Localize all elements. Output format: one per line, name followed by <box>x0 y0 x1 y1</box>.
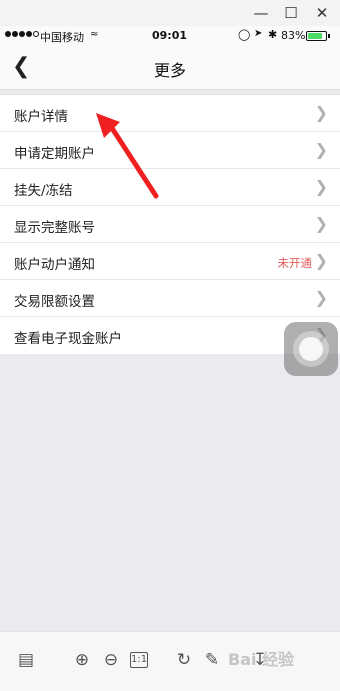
thumbnail-icon[interactable]: ▤ <box>14 648 38 672</box>
assistive-touch-ring <box>293 331 329 367</box>
menu-item-label: 申请定期账户 <box>14 146 95 162</box>
status-bar: 中国移动 ≈ 09:01 ◯ ➤ ✱ 83% <box>0 26 340 46</box>
menu-item-label: 账户详情 <box>14 109 68 125</box>
battery-fill <box>308 33 323 39</box>
nav-bar: ❮ 更多 <box>0 46 340 90</box>
status-time: 09:01 <box>152 29 188 42</box>
menu-item[interactable]: 显示完整账号 ❯ <box>0 206 340 243</box>
rotate-icon[interactable]: ↻ <box>172 648 196 672</box>
menu-item[interactable]: 挂失/冻结 ❯ <box>0 169 340 206</box>
minimize-icon[interactable]: — <box>250 2 272 24</box>
carrier-label: 中国移动 <box>40 31 84 44</box>
edit-pencil-icon[interactable]: ✎ <box>200 648 224 672</box>
signal-icon <box>5 31 39 37</box>
assistive-touch-button[interactable] <box>284 322 338 376</box>
menu-item-label: 查看电子现金账户 <box>14 331 122 347</box>
menu-item[interactable]: 交易限额设置 ❯ <box>0 280 340 317</box>
menu-item-status: 未开通 <box>277 256 313 270</box>
phone-screen: 中国移动 ≈ 09:01 ◯ ➤ ✱ 83% ❮ 更多 账户详情 ❯ 申请定期账户 ❯… <box>0 26 340 631</box>
bluetooth-icon: ✱ <box>268 28 278 41</box>
chevron-right-icon: ❯ <box>314 177 328 196</box>
menu-item-label: 账户动户通知 <box>14 257 95 273</box>
chevron-right-icon: ❯ <box>314 288 328 307</box>
watermark: Bai 经验 <box>228 650 295 669</box>
zoom-in-icon[interactable]: ⊕ <box>70 648 94 672</box>
chevron-right-icon: ❯ <box>314 103 328 122</box>
actual-size-button[interactable]: 1:1 <box>130 652 148 668</box>
zoom-out-icon[interactable]: ⊖ <box>99 648 123 672</box>
wifi-icon: ≈ <box>90 29 99 40</box>
rotation-lock-icon: ◯ <box>238 28 251 41</box>
menu-list: 账户详情 ❯ 申请定期账户 ❯ 挂失/冻结 ❯ 显示完整账号 ❯ 账户动户通知 未开通 ❯ 交易限额设… <box>0 94 340 354</box>
menu-item[interactable]: 申请定期账户 ❯ <box>0 132 340 169</box>
menu-item[interactable]: 账户动户通知 未开通 ❯ <box>0 243 340 280</box>
chevron-right-icon: ❯ <box>314 214 328 233</box>
close-icon[interactable]: ✕ <box>311 2 333 24</box>
battery-percent: 83% <box>281 29 306 42</box>
chevron-right-icon: ❯ <box>314 251 328 270</box>
viewer-toolbar: ▤ ⊕ ⊖ 1:1 ↻ ✎ ↧ Bai 经验 <box>0 631 340 691</box>
maximize-icon[interactable]: ☐ <box>280 2 302 24</box>
page-title: 更多 <box>153 61 186 80</box>
viewer-titlebar: — ☐ ✕ <box>0 0 340 26</box>
battery-icon <box>306 31 327 41</box>
assistive-touch-core <box>299 337 323 361</box>
battery-tip <box>328 34 330 38</box>
menu-item-label: 显示完整账号 <box>14 220 95 236</box>
location-icon: ➤ <box>254 28 263 39</box>
chevron-right-icon: ❯ <box>314 140 328 159</box>
menu-item-label: 挂失/冻结 <box>14 183 73 199</box>
menu-item[interactable]: 账户详情 ❯ <box>0 95 340 132</box>
menu-item-label: 交易限额设置 <box>14 294 95 310</box>
